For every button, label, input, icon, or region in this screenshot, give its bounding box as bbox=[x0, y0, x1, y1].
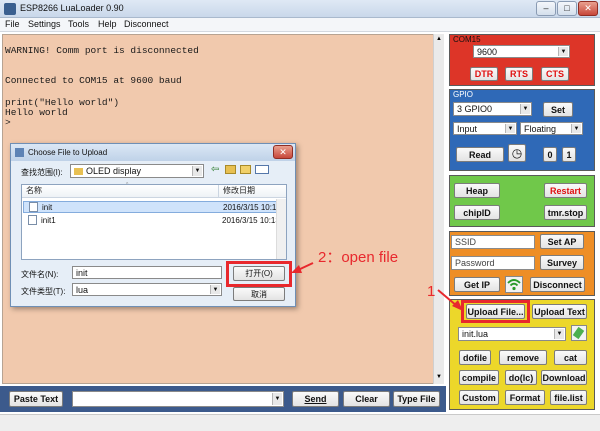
arrow-head-icon bbox=[452, 300, 463, 311]
arrow-head-icon bbox=[291, 265, 302, 273]
step-2-label: 2：open file bbox=[318, 249, 399, 266]
annotation-arrows bbox=[291, 262, 463, 311]
step-1-label: 1 bbox=[427, 283, 436, 300]
arrow-to-upload bbox=[437, 289, 458, 307]
